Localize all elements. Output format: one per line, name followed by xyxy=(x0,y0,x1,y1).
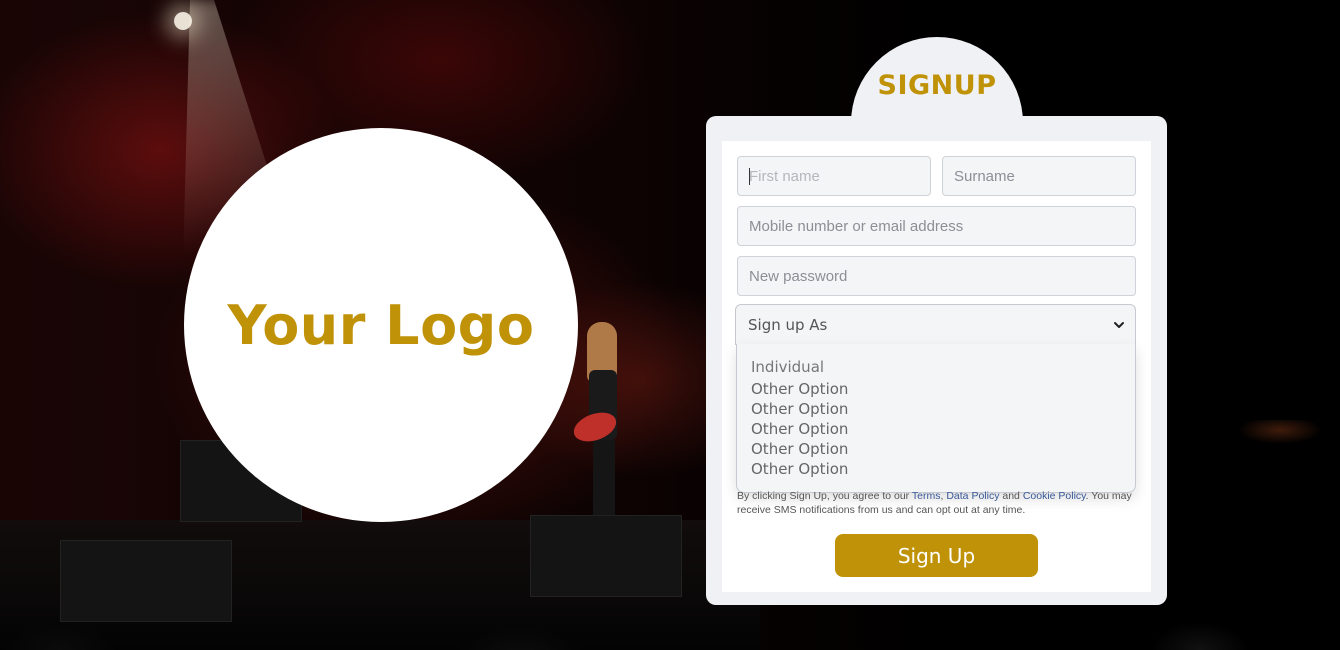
terms-separator: and xyxy=(999,490,1023,502)
terms-link[interactable]: Terms xyxy=(912,490,941,502)
signup-as-select[interactable]: Sign up As xyxy=(735,304,1136,345)
terms-notice: By clicking Sign Up, you agree to our Te… xyxy=(737,489,1137,517)
surname-input[interactable] xyxy=(942,156,1136,196)
first-name-input[interactable] xyxy=(737,156,931,196)
cookie-policy-link[interactable]: Cookie Policy xyxy=(1023,490,1086,502)
logo-circle: Your Logo xyxy=(184,128,578,522)
dropdown-option[interactable]: Other Option xyxy=(737,459,1135,479)
signup-as-dropdown: Individual Other Option Other Option Oth… xyxy=(736,344,1136,493)
dropdown-option[interactable]: Other Option xyxy=(737,439,1135,459)
password-input[interactable] xyxy=(737,256,1136,296)
chevron-down-icon xyxy=(1114,321,1124,328)
dropdown-option-individual[interactable]: Individual xyxy=(737,357,1135,377)
signup-title: SIGNUP xyxy=(877,70,997,101)
signup-as-selected: Sign up As xyxy=(748,315,828,334)
dropdown-option[interactable]: Other Option xyxy=(737,379,1135,399)
contact-input[interactable] xyxy=(737,206,1136,246)
text-cursor xyxy=(749,168,750,185)
logo-text: Your Logo xyxy=(227,293,535,357)
guitarist-figure xyxy=(569,322,635,517)
sign-up-button[interactable]: Sign Up xyxy=(835,534,1038,577)
spotlight-lamp xyxy=(174,12,192,30)
data-policy-link[interactable]: Data Policy xyxy=(946,490,999,502)
dropdown-option[interactable]: Other Option xyxy=(737,399,1135,419)
terms-text: By clicking Sign Up, you agree to our xyxy=(737,490,912,502)
dropdown-option[interactable]: Other Option xyxy=(737,419,1135,439)
